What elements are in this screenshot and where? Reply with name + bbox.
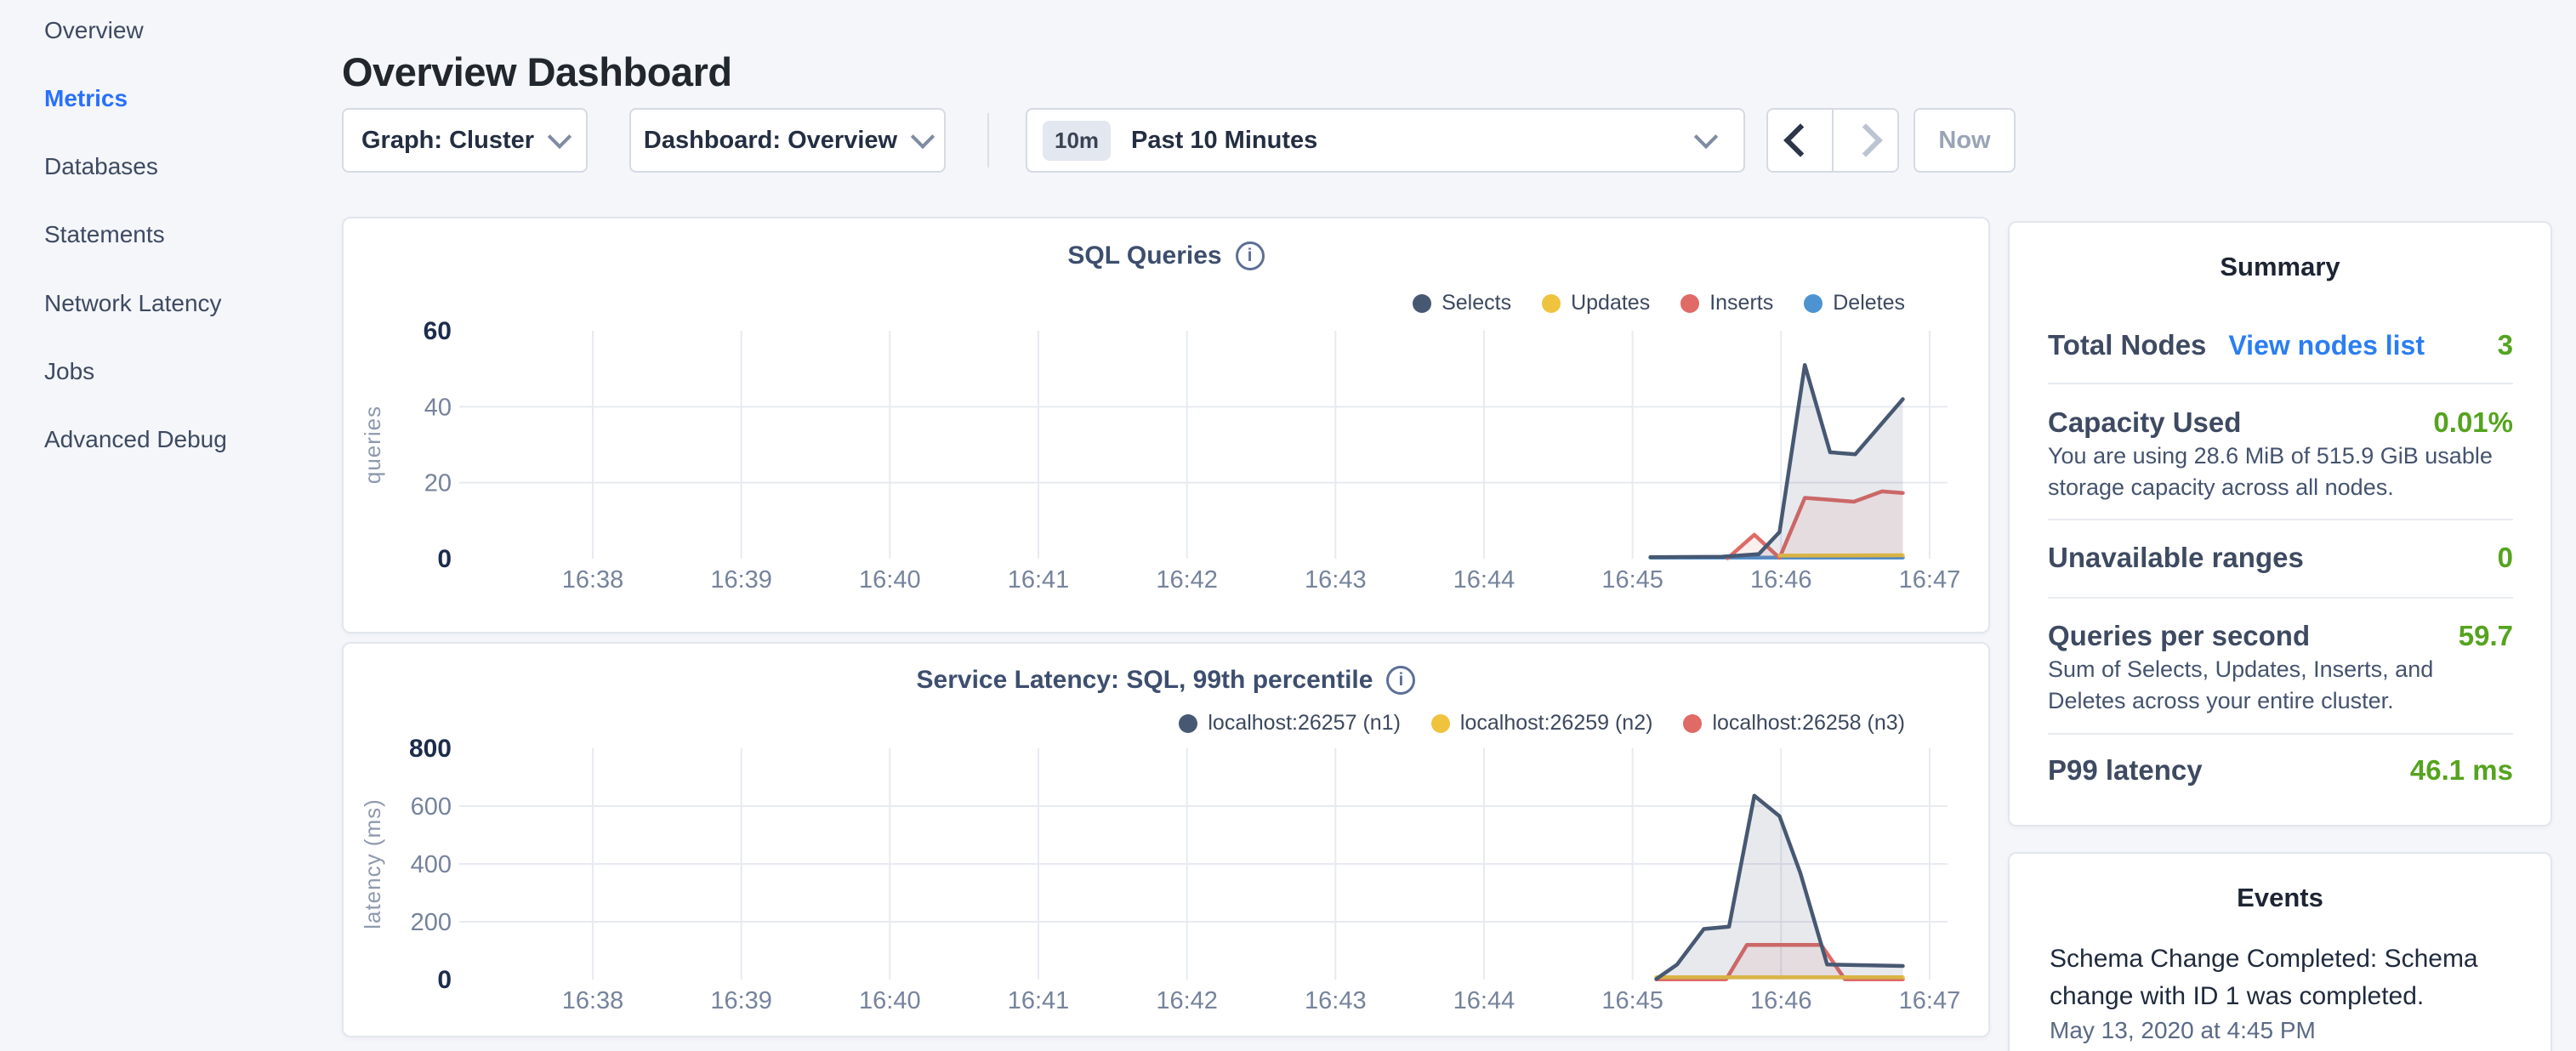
summary-divider [2048,519,2513,520]
svg-text:16:46: 16:46 [1750,566,1812,594]
event-timestamp: May 13, 2020 at 4:45 PM [2050,1017,2316,1044]
next-interval-button[interactable] [1834,128,1897,152]
summary-divider [2048,597,2513,599]
svg-text:600: 600 [411,793,452,821]
summary-row-unavailable-ranges: Unavailable ranges 0 [2048,542,2513,574]
svg-text:20: 20 [424,470,452,497]
qps-value: 59.7 [2459,620,2513,652]
sidebar-item-overview[interactable]: Overview [44,17,144,44]
svg-text:16:38: 16:38 [562,566,624,594]
prev-interval-button[interactable] [1768,128,1832,152]
capacity-used-value: 0.01% [2433,406,2513,439]
summary-divider [2048,733,2513,735]
sidebar-item-metrics[interactable]: Metrics [44,85,128,112]
summary-row-qps: Queries per second 59.7 [2048,620,2513,652]
unavailable-ranges-label: Unavailable ranges [2048,542,2304,574]
view-nodes-list-link[interactable]: View nodes list [2228,330,2425,361]
summary-panel [2008,221,2552,827]
svg-text:16:47: 16:47 [1899,987,1961,1014]
summary-divider [2048,383,2513,384]
total-nodes-value: 3 [2498,329,2513,361]
time-step-buttons [1766,108,1899,173]
chevron-down-icon [548,125,571,149]
svg-text:40: 40 [424,394,452,421]
total-nodes-label: Total Nodes [2048,329,2206,361]
svg-text:16:43: 16:43 [1305,987,1367,1014]
summary-panel-title: Summary [2008,252,2552,282]
time-range-dropdown[interactable]: 10m Past 10 Minutes [1026,108,1745,173]
summary-row-total-nodes: Total Nodes View nodes list 3 [2048,329,2513,361]
svg-text:16:44: 16:44 [1453,987,1515,1014]
chevron-left-icon [1783,123,1817,157]
svg-text:16:45: 16:45 [1601,987,1663,1014]
svg-text:latency (ms): latency (ms) [360,798,385,929]
svg-text:0: 0 [437,545,452,573]
db-console-page: Overview Metrics Databases Statements Ne… [0,0,2576,1051]
service-latency-plot[interactable]: 16:38 16:39 16:40 16:41 16:42 16:43 16:44 16:45… [342,642,1990,1037]
svg-text:60: 60 [424,317,452,345]
svg-text:16:41: 16:41 [1008,987,1070,1014]
svg-text:16:41: 16:41 [1008,566,1070,594]
qps-label: Queries per second [2048,620,2310,652]
svg-text:16:42: 16:42 [1156,566,1218,594]
svg-text:16:44: 16:44 [1453,566,1515,594]
chevron-right-icon [1849,123,1883,157]
capacity-description: You are using 28.6 MiB of 515.9 GiB usab… [2048,440,2517,503]
graph-dropdown[interactable]: Graph: Cluster [342,108,588,173]
sidebar-item-jobs[interactable]: Jobs [44,358,94,385]
svg-text:16:45: 16:45 [1601,566,1663,594]
time-range-label: Past 10 Minutes [1131,127,1317,155]
graph-dropdown-label: Graph: Cluster [361,127,534,155]
sidebar-item-statements[interactable]: Statements [44,221,165,248]
events-panel-title: Events [2008,883,2552,913]
p99-latency-value: 46.1 ms [2410,754,2513,787]
svg-text:16:39: 16:39 [710,987,772,1014]
svg-text:16:43: 16:43 [1305,566,1367,594]
page-title: Overview Dashboard [342,48,732,95]
svg-text:200: 200 [411,909,452,936]
svg-text:16:47: 16:47 [1899,566,1961,594]
svg-text:16:38: 16:38 [562,987,624,1014]
now-button[interactable]: Now [1914,108,2016,173]
svg-text:16:39: 16:39 [710,566,772,594]
dashboard-dropdown-label: Dashboard: Overview [644,127,897,155]
svg-text:800: 800 [409,735,452,763]
svg-text:16:42: 16:42 [1156,987,1218,1014]
dashboard-dropdown[interactable]: Dashboard: Overview [629,108,946,173]
controls-divider [987,113,989,168]
sql-queries-plot[interactable]: 16:38 16:39 16:40 16:41 16:42 16:43 16:44 16:45… [342,217,1990,633]
svg-text:queries: queries [360,406,385,484]
now-button-label: Now [1938,127,1990,155]
sidebar-item-advanced-debug[interactable]: Advanced Debug [44,426,227,453]
svg-text:0: 0 [437,966,452,994]
sidebar-item-databases[interactable]: Databases [44,153,158,180]
summary-row-capacity: Capacity Used 0.01% [2048,406,2513,439]
chevron-down-icon [1694,125,1718,149]
time-range-badge: 10m [1043,121,1111,161]
chevron-down-icon [911,125,935,149]
capacity-used-label: Capacity Used [2048,406,2241,439]
svg-text:16:46: 16:46 [1750,987,1812,1014]
qps-description: Sum of Selects, Updates, Inserts, and De… [2048,654,2517,717]
svg-text:16:40: 16:40 [859,987,921,1014]
unavailable-ranges-value: 0 [2498,542,2513,574]
p99-latency-label: P99 latency [2048,754,2203,787]
event-message[interactable]: Schema Change Completed: Schema change w… [2050,940,2492,1015]
svg-text:16:40: 16:40 [859,566,921,594]
summary-row-p99: P99 latency 46.1 ms [2048,754,2513,787]
svg-text:400: 400 [411,851,452,878]
sidebar-item-network-latency[interactable]: Network Latency [44,290,222,317]
